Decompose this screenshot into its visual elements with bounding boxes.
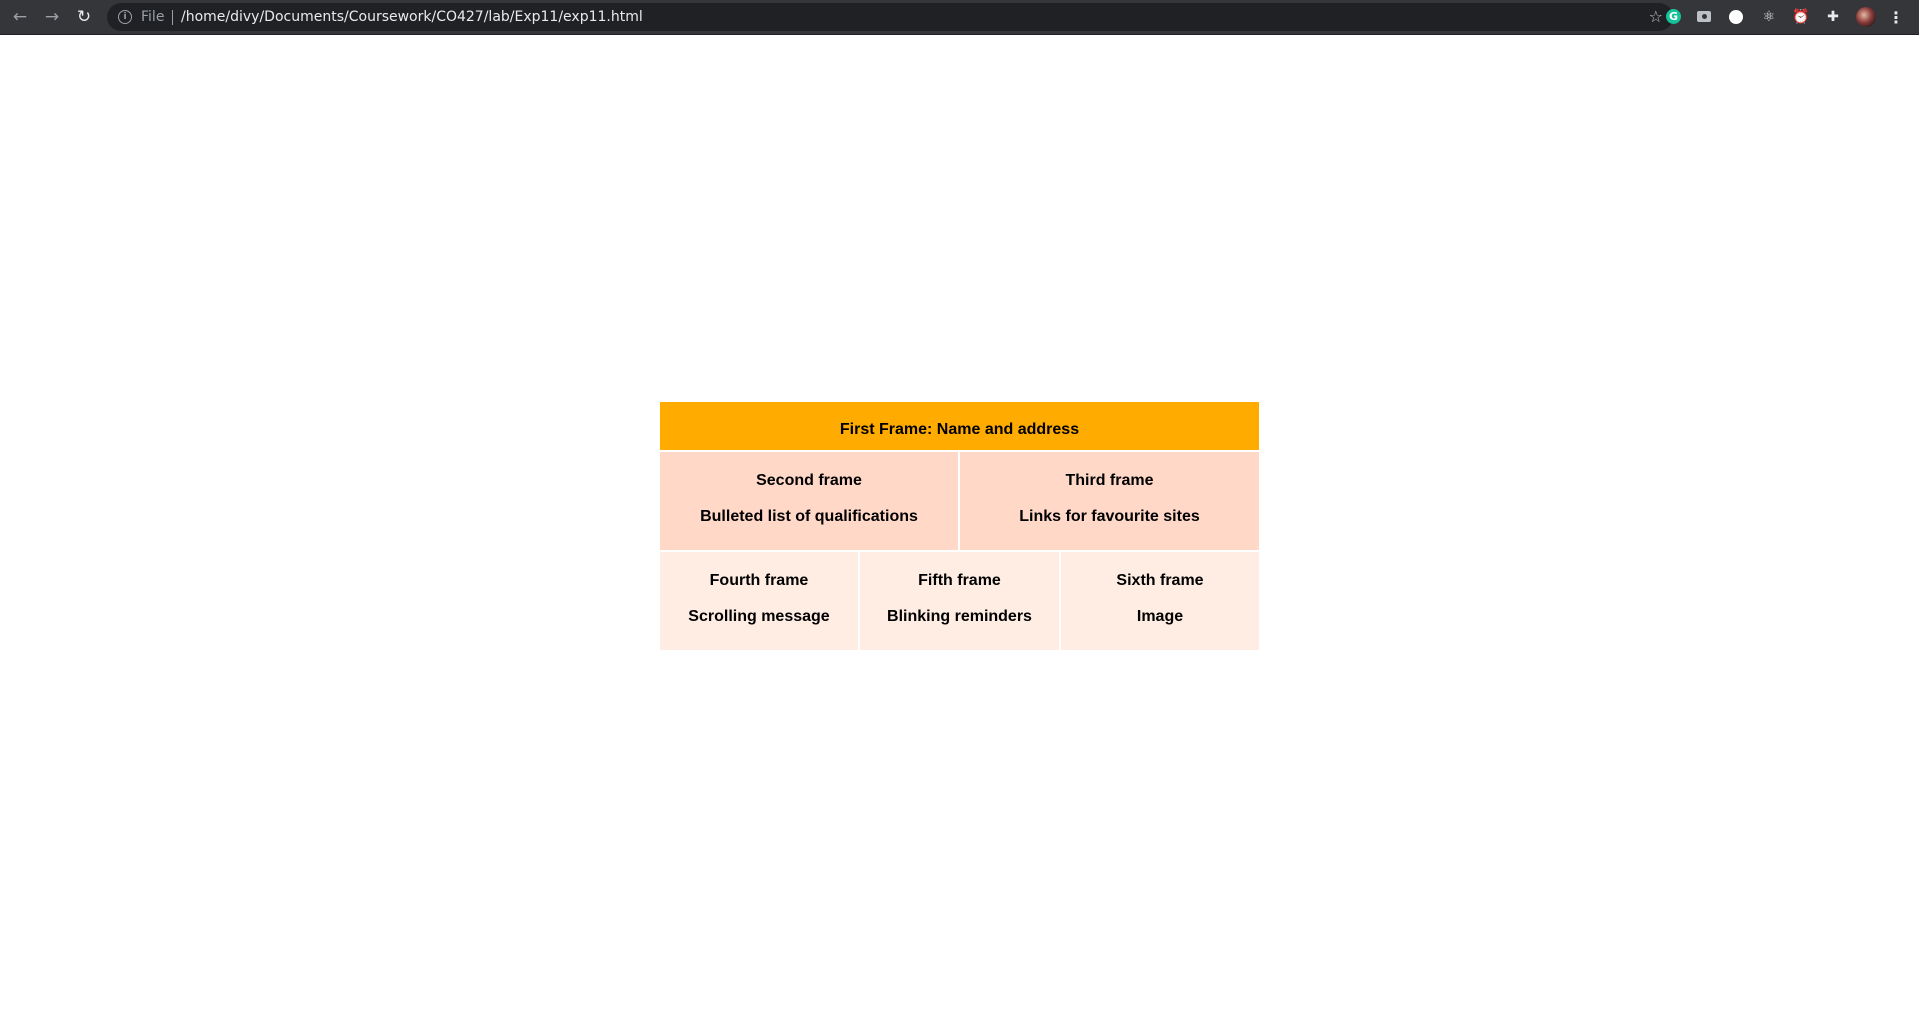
puzzle-extensions-icon[interactable]: ✚: [1824, 8, 1842, 26]
circle-extension-icon[interactable]: [1729, 10, 1743, 24]
sixth-frame: Sixth frame Image: [1061, 552, 1259, 650]
fourth-frame: Fourth frame Scrolling message: [660, 552, 858, 650]
camera-extension-icon[interactable]: [1697, 11, 1711, 22]
fifth-frame-subtitle: Blinking reminders: [887, 608, 1032, 625]
atom-extension-icon[interactable]: ⚛: [1760, 8, 1778, 26]
fifth-frame-title: Fifth frame: [918, 572, 1001, 589]
sixth-frame-subtitle: Image: [1136, 608, 1184, 625]
url-text[interactable]: /home/divy/Documents/Coursework/CO427/la…: [181, 9, 643, 25]
first-frame-label: First Frame: Name and address: [839, 421, 1080, 438]
third-frame-title: Third frame: [1065, 472, 1154, 489]
sixth-frame-title: Sixth frame: [1116, 572, 1204, 589]
fifth-frame: Fifth frame Blinking reminders: [860, 552, 1059, 650]
site-info-icon[interactable]: i: [118, 10, 132, 24]
second-frame-title: Second frame: [756, 472, 862, 489]
first-frame: First Frame: Name and address: [660, 402, 1259, 450]
back-arrow-icon[interactable]: ←: [9, 6, 31, 28]
profile-avatar[interactable]: [1856, 7, 1876, 27]
scheme-label: File: [141, 9, 165, 25]
address-bar[interactable]: i File /home/divy/Documents/Coursework/C…: [107, 3, 1673, 31]
bookmark-star-icon[interactable]: ☆: [1649, 7, 1663, 26]
browser-toolbar: ← → ↻ i File /home/divy/Documents/Course…: [0, 0, 1919, 35]
alarm-extension-icon[interactable]: ⏰: [1792, 8, 1810, 26]
grammarly-extension-icon[interactable]: G: [1666, 9, 1681, 24]
second-frame: Second frame Bulleted list of qualificat…: [660, 452, 958, 550]
reload-icon[interactable]: ↻: [73, 6, 95, 28]
forward-arrow-icon[interactable]: →: [41, 6, 63, 28]
fourth-frame-title: Fourth frame: [709, 572, 809, 589]
browser-menu-icon[interactable]: ⋮: [1887, 8, 1905, 27]
second-frame-subtitle: Bulleted list of qualifications: [700, 508, 918, 525]
fourth-frame-subtitle: Scrolling message: [688, 608, 830, 625]
third-frame-subtitle: Links for favourite sites: [1019, 508, 1200, 525]
third-frame: Third frame Links for favourite sites: [960, 452, 1259, 550]
address-separator: [172, 10, 173, 25]
